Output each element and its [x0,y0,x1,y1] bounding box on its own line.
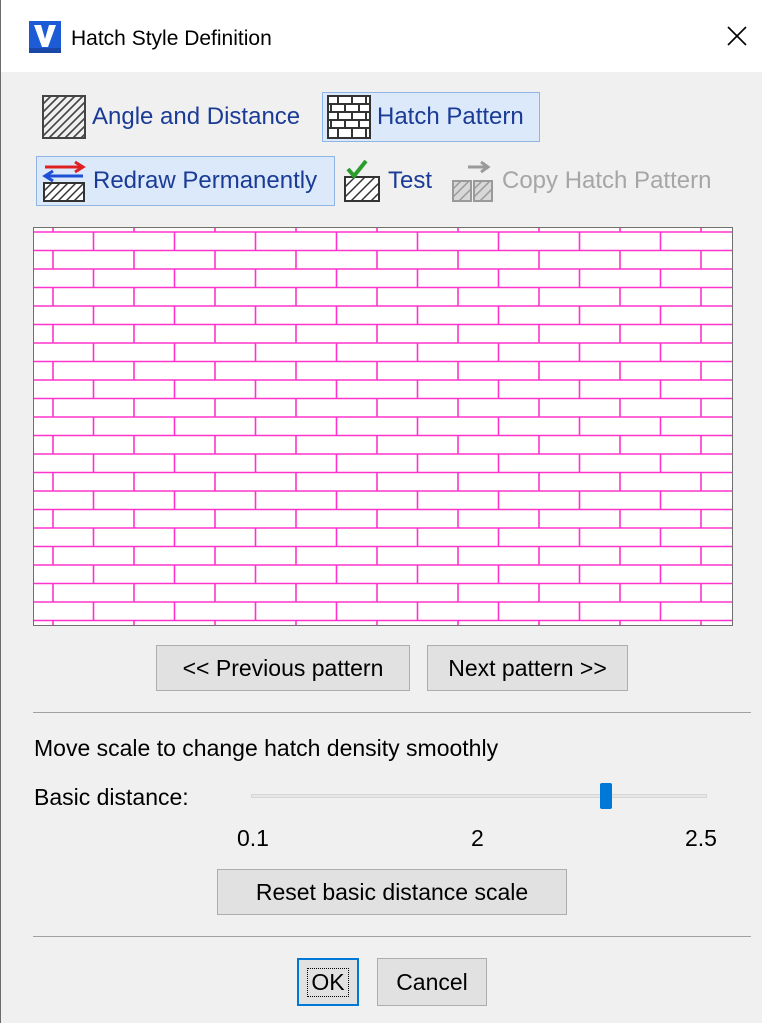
previous-pattern-label: << Previous pattern [182,654,384,681]
brick-hatch-pattern [34,228,732,625]
slider-mid-label: 2 [471,825,484,851]
copy-hatch-pattern-label: Copy Hatch Pattern [502,167,712,194]
test-check-icon [344,159,380,202]
angle-distance-button[interactable]: Angle and Distance [37,92,305,142]
slider-min-label: 0.1 [237,825,269,851]
vectorcad-logo-icon [29,21,61,53]
hatch-pattern-label: Hatch Pattern [377,103,524,130]
separator-top [33,712,751,713]
test-button[interactable]: Test [337,156,437,206]
brick-pattern-icon [327,95,371,139]
next-pattern-label: Next pattern >> [448,654,607,681]
redraw-arrows-icon [42,160,86,202]
slider-max-label: 2.5 [685,825,717,851]
close-icon [727,26,747,46]
copy-hatch-pattern-button[interactable]: Copy Hatch Pattern [445,156,716,206]
redraw-permanently-label: Redraw Permanently [93,167,318,194]
hatch-preview-canvas [33,227,733,626]
window-title: Hatch Style Definition [71,27,272,50]
basic-distance-slider-thumb[interactable] [600,783,612,809]
reset-basic-distance-button[interactable]: Reset basic distance scale [217,869,567,915]
diagonal-hatch-icon [42,95,86,139]
basic-distance-slider-track[interactable] [251,794,707,798]
scale-description: Move scale to change hatch density smoot… [34,735,499,761]
angle-distance-label: Angle and Distance [92,103,301,130]
test-label: Test [388,167,433,194]
ok-label: OK [307,967,349,997]
cancel-label: Cancel [396,968,468,995]
next-pattern-button[interactable]: Next pattern >> [427,645,628,691]
previous-pattern-button[interactable]: << Previous pattern [156,645,410,691]
hatch-style-dialog: Hatch Style Definition Angle and Distanc… [0,0,762,1023]
redraw-permanently-button[interactable]: Redraw Permanently [36,156,335,206]
copy-hatch-icon [452,160,493,202]
brick-lines [34,228,732,625]
separator-bottom [33,936,751,937]
hatch-pattern-button[interactable]: Hatch Pattern [322,92,540,142]
ok-button[interactable]: OK [297,958,359,1006]
basic-distance-label: Basic distance: [34,784,189,810]
close-button[interactable] [719,18,755,54]
reset-basic-distance-label: Reset basic distance scale [255,878,529,905]
cancel-button[interactable]: Cancel [377,958,487,1006]
title-bar: Hatch Style Definition [1,0,762,72]
